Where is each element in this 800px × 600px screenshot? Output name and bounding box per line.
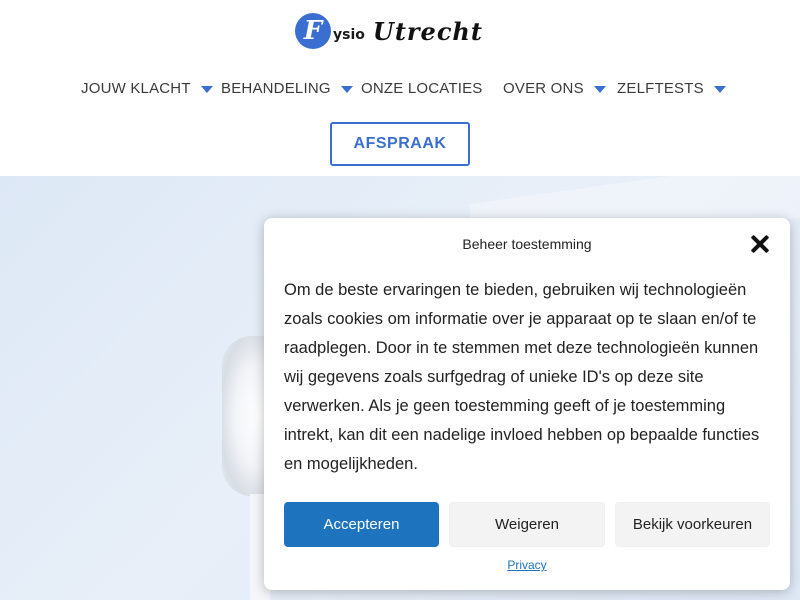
deny-button[interactable]: Weigeren [449,502,605,547]
dialog-title: Beheer toestemming [462,236,592,252]
dialog-message: Om de beste ervaringen te bieden, gebrui… [284,281,760,473]
caret-down-icon [593,85,606,93]
afspraak-button[interactable]: AFSPRAAK [330,122,470,166]
nav-item-label: BEHANDELING [221,79,331,97]
nav-item-jouw-klacht[interactable]: JOUW KLACHT [81,76,213,100]
view-preferences-button[interactable]: Bekijk voorkeuren [615,502,770,547]
nav-item-label: OVER ONS [503,79,584,97]
close-icon[interactable] [750,234,770,254]
nav-item-behandeling[interactable]: BEHANDELING [221,76,353,100]
site-header: F ysio Utrecht JOUW KLACHT BEHANDELING O… [0,0,800,176]
nav-item-onze-locaties[interactable]: ONZE LOCATIES [361,76,483,100]
site-logo[interactable]: F ysio Utrecht [295,8,483,54]
privacy-link[interactable]: Privacy [264,558,790,572]
logo-text-small: ysio [333,27,365,43]
nav-item-over-ons[interactable]: OVER ONS [503,76,606,100]
cookie-consent-dialog: Beheer toestemming Om de beste ervaringe… [264,218,790,590]
caret-down-icon [340,85,353,93]
nav-item-label: ZELFTESTS [617,79,704,97]
caret-down-icon [200,85,213,93]
logo-text-big: Utrecht [372,16,483,46]
nav-item-label: JOUW KLACHT [81,79,191,97]
main-nav: JOUW KLACHT BEHANDELING ONZE LOCATIES OV… [0,76,800,100]
accept-button[interactable]: Accepteren [284,502,439,547]
caret-down-icon [713,85,726,93]
nav-item-label: ONZE LOCATIES [361,79,483,97]
nav-item-zelftests[interactable]: ZELFTESTS [617,76,726,100]
logo-mark: F [295,13,331,49]
